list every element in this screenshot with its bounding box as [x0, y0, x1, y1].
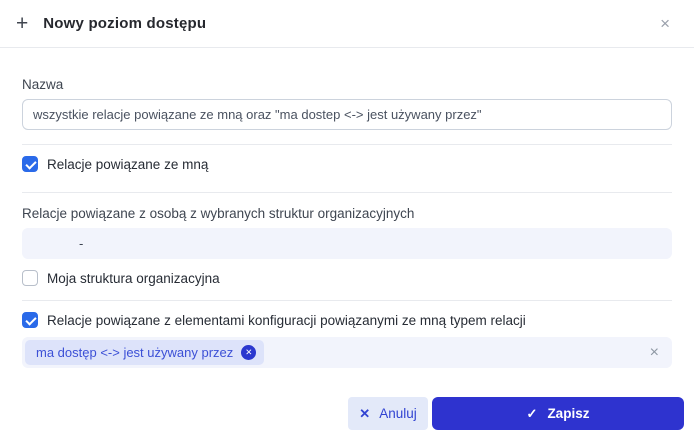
relations-with-me-row[interactable]: Relacje powiązane ze mną: [22, 156, 672, 172]
chip-remove-icon[interactable]: ✕: [241, 345, 257, 360]
name-label: Nazwa: [22, 77, 64, 92]
relations-with-me-checkbox[interactable]: [22, 156, 38, 172]
relation-type-label: Relacje powiązane z elementami konfigura…: [47, 312, 526, 328]
cancel-button-label: Anuluj: [379, 406, 417, 421]
my-structure-checkbox[interactable]: [22, 270, 38, 286]
my-structure-row[interactable]: Moja struktura organizacyjna: [22, 270, 672, 286]
org-structures-label: Relacje powiązane z osobą z wybranych st…: [22, 206, 415, 221]
close-icon[interactable]: ×: [660, 15, 670, 32]
name-input[interactable]: [22, 99, 672, 130]
plus-icon: +: [16, 12, 29, 35]
org-structures-field[interactable]: -: [22, 228, 672, 259]
relation-type-row[interactable]: Relacje powiązane z elementami konfigura…: [22, 312, 672, 328]
cancel-button[interactable]: ✕ Anuluj: [348, 397, 428, 430]
modal-title: Nowy poziom dostępu: [43, 15, 207, 32]
clear-selection-icon[interactable]: ×: [650, 344, 659, 361]
relation-type-checkbox[interactable]: [22, 312, 38, 328]
modal-header: + Nowy poziom dostępu ×: [0, 0, 694, 48]
relation-type-multiselect[interactable]: ma dostęp <-> jest używany przez ✕ ×: [22, 337, 672, 368]
relation-type-chip: ma dostęp <-> jest używany przez ✕: [25, 340, 265, 365]
modal-body: Nazwa Relacje powiązane ze mną Relacje p…: [0, 48, 694, 397]
save-button[interactable]: ✓ Zapisz: [432, 397, 684, 430]
relations-with-me-label: Relacje powiązane ze mną: [47, 156, 209, 172]
cancel-x-icon: ✕: [359, 405, 371, 421]
modal-footer: ✕ Anuluj ✓ Zapisz: [0, 397, 694, 439]
relation-type-chip-label: ma dostęp <-> jest używany przez: [36, 345, 234, 360]
divider: [22, 144, 672, 145]
divider: [22, 192, 672, 193]
divider: [22, 300, 672, 301]
save-button-label: Zapisz: [547, 406, 590, 421]
new-access-level-modal: + Nowy poziom dostępu × Nazwa Relacje po…: [0, 0, 694, 439]
save-check-icon: ✓: [526, 405, 538, 421]
my-structure-label: Moja struktura organizacyjna: [47, 270, 220, 286]
